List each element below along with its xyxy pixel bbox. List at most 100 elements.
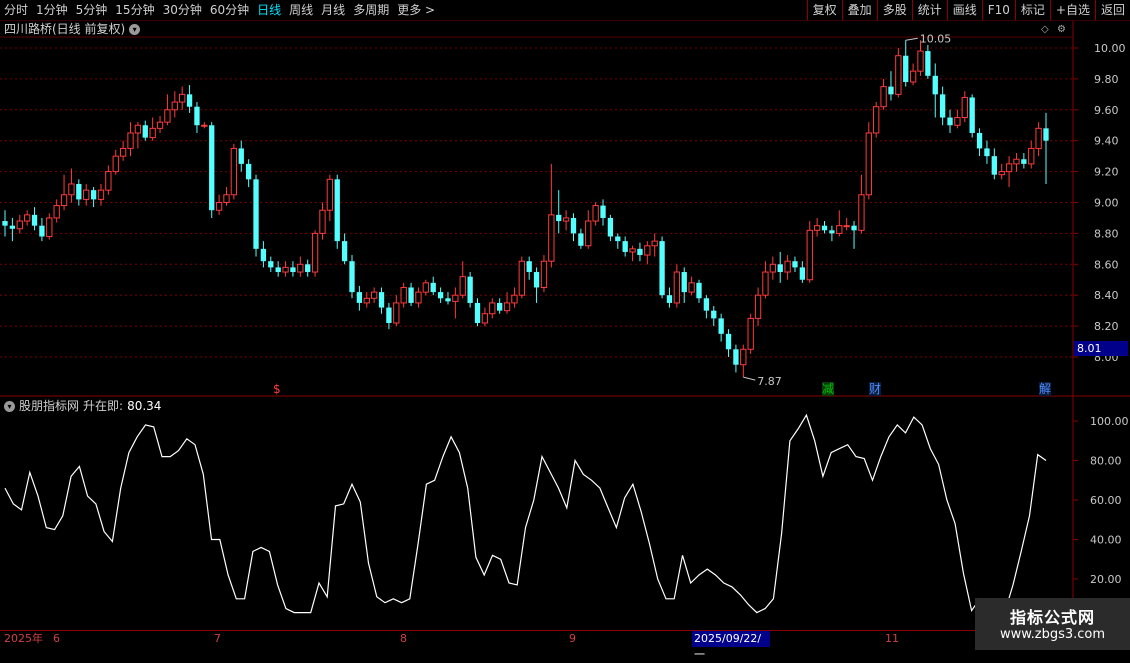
candle-body bbox=[467, 276, 473, 303]
chevron-down-icon[interactable]: ▾ bbox=[4, 400, 15, 412]
date-month-8: 8 bbox=[400, 632, 407, 645]
candle-body bbox=[1005, 163, 1013, 173]
date-axis: 2025年 6 7 8 9 11 2025/09/22/一 bbox=[0, 630, 1130, 661]
candle-body bbox=[673, 271, 681, 304]
candle-body bbox=[105, 171, 112, 191]
candle-body bbox=[319, 209, 326, 234]
candle-body bbox=[540, 260, 548, 288]
candle-body bbox=[703, 298, 710, 311]
candle-body bbox=[215, 202, 223, 211]
candle-body bbox=[998, 171, 1005, 176]
candle-body bbox=[68, 183, 75, 196]
candle-body bbox=[909, 70, 917, 83]
candle-body bbox=[984, 148, 990, 157]
candle-body bbox=[600, 205, 606, 218]
price-tick-label: 10.00 bbox=[1094, 42, 1126, 55]
candle-body bbox=[481, 313, 489, 324]
candle-body bbox=[83, 189, 90, 200]
indicator-tick-label: 60.00 bbox=[1090, 494, 1122, 507]
candle-body bbox=[186, 94, 193, 107]
indicator-line-label: 升在即: bbox=[83, 399, 124, 413]
candle-body bbox=[156, 121, 164, 129]
candle-body bbox=[976, 132, 983, 149]
candle-body bbox=[171, 101, 178, 111]
candle-body bbox=[179, 93, 186, 103]
candle-body bbox=[223, 194, 230, 203]
price-tick-label: 9.20 bbox=[1094, 166, 1119, 179]
indicator-tick-label: 100.00 bbox=[1090, 415, 1129, 428]
high-price-label: 10.05 bbox=[920, 32, 952, 45]
candle-body bbox=[53, 205, 60, 219]
kline-chart[interactable]: 8.008.208.408.608.809.009.209.409.609.80… bbox=[0, 0, 1130, 650]
candle-body bbox=[31, 214, 38, 226]
price-tick-label: 8.80 bbox=[1094, 227, 1119, 240]
candle-body bbox=[873, 106, 880, 134]
event-marker-cai[interactable]: 财 bbox=[869, 382, 882, 396]
event-marker-jie[interactable]: 解 bbox=[1039, 382, 1052, 396]
price-tick-label: 8.20 bbox=[1094, 320, 1119, 333]
candle-body bbox=[60, 194, 68, 207]
candle-body bbox=[209, 125, 215, 211]
candle-body bbox=[349, 261, 355, 293]
candle-body bbox=[2, 221, 8, 226]
low-price-label: 7.87 bbox=[757, 375, 782, 388]
candle-body bbox=[740, 348, 747, 366]
candle-body bbox=[696, 282, 702, 299]
candle-body bbox=[592, 205, 599, 222]
candle-body bbox=[23, 214, 31, 222]
candle-body bbox=[422, 282, 429, 293]
watermark-title: 指标公式网 bbox=[1009, 608, 1095, 627]
price-tick-label: 9.60 bbox=[1094, 104, 1119, 117]
event-marker-jian[interactable]: 减 bbox=[822, 382, 835, 396]
event-marker-s[interactable]: $ bbox=[273, 382, 281, 396]
candle-body bbox=[562, 217, 570, 222]
candle-body bbox=[829, 230, 835, 234]
candle-body bbox=[378, 292, 385, 308]
candle-body bbox=[718, 318, 724, 334]
candle-body bbox=[895, 55, 902, 95]
candle-body bbox=[393, 302, 400, 324]
candle-body bbox=[888, 86, 894, 95]
candle-body bbox=[651, 240, 658, 247]
candle-body bbox=[415, 291, 422, 304]
candle-body bbox=[932, 75, 938, 95]
candle-body bbox=[46, 217, 53, 237]
candle-body bbox=[570, 217, 577, 234]
candle-body bbox=[578, 233, 584, 246]
candle-body bbox=[556, 214, 562, 222]
candle-body bbox=[282, 266, 289, 273]
candle-body bbox=[1021, 159, 1027, 164]
candle-body bbox=[821, 225, 828, 231]
candle-body bbox=[201, 124, 208, 127]
candle-body bbox=[622, 241, 628, 252]
candle-body bbox=[792, 261, 798, 268]
candle-body bbox=[851, 225, 857, 231]
candle-body bbox=[747, 317, 754, 350]
candle-body bbox=[142, 125, 148, 138]
indicator-tick-label: 20.00 bbox=[1090, 573, 1122, 586]
candle-body bbox=[858, 194, 865, 231]
candle-body bbox=[769, 263, 776, 273]
candle-body bbox=[688, 282, 695, 293]
candle-body bbox=[356, 292, 363, 303]
candle-body bbox=[806, 229, 813, 281]
candle-body bbox=[969, 97, 975, 133]
candle-body bbox=[836, 225, 843, 234]
price-tick-label: 9.40 bbox=[1094, 135, 1119, 148]
candle-body bbox=[253, 179, 259, 249]
price-tick-label: 9.80 bbox=[1094, 73, 1119, 86]
candle-body bbox=[437, 292, 444, 299]
candle-body bbox=[954, 117, 961, 126]
candle-body bbox=[681, 272, 687, 293]
candle-body bbox=[334, 179, 340, 242]
candle-body bbox=[585, 220, 592, 247]
candle-body bbox=[733, 349, 739, 365]
candle-body bbox=[607, 217, 614, 237]
candle-body bbox=[230, 147, 238, 196]
candle-body bbox=[777, 264, 783, 273]
candle-body bbox=[149, 127, 156, 139]
candle-body bbox=[119, 147, 127, 157]
candle-body bbox=[511, 294, 518, 304]
candle-body bbox=[917, 50, 924, 72]
candle-body bbox=[430, 282, 436, 293]
